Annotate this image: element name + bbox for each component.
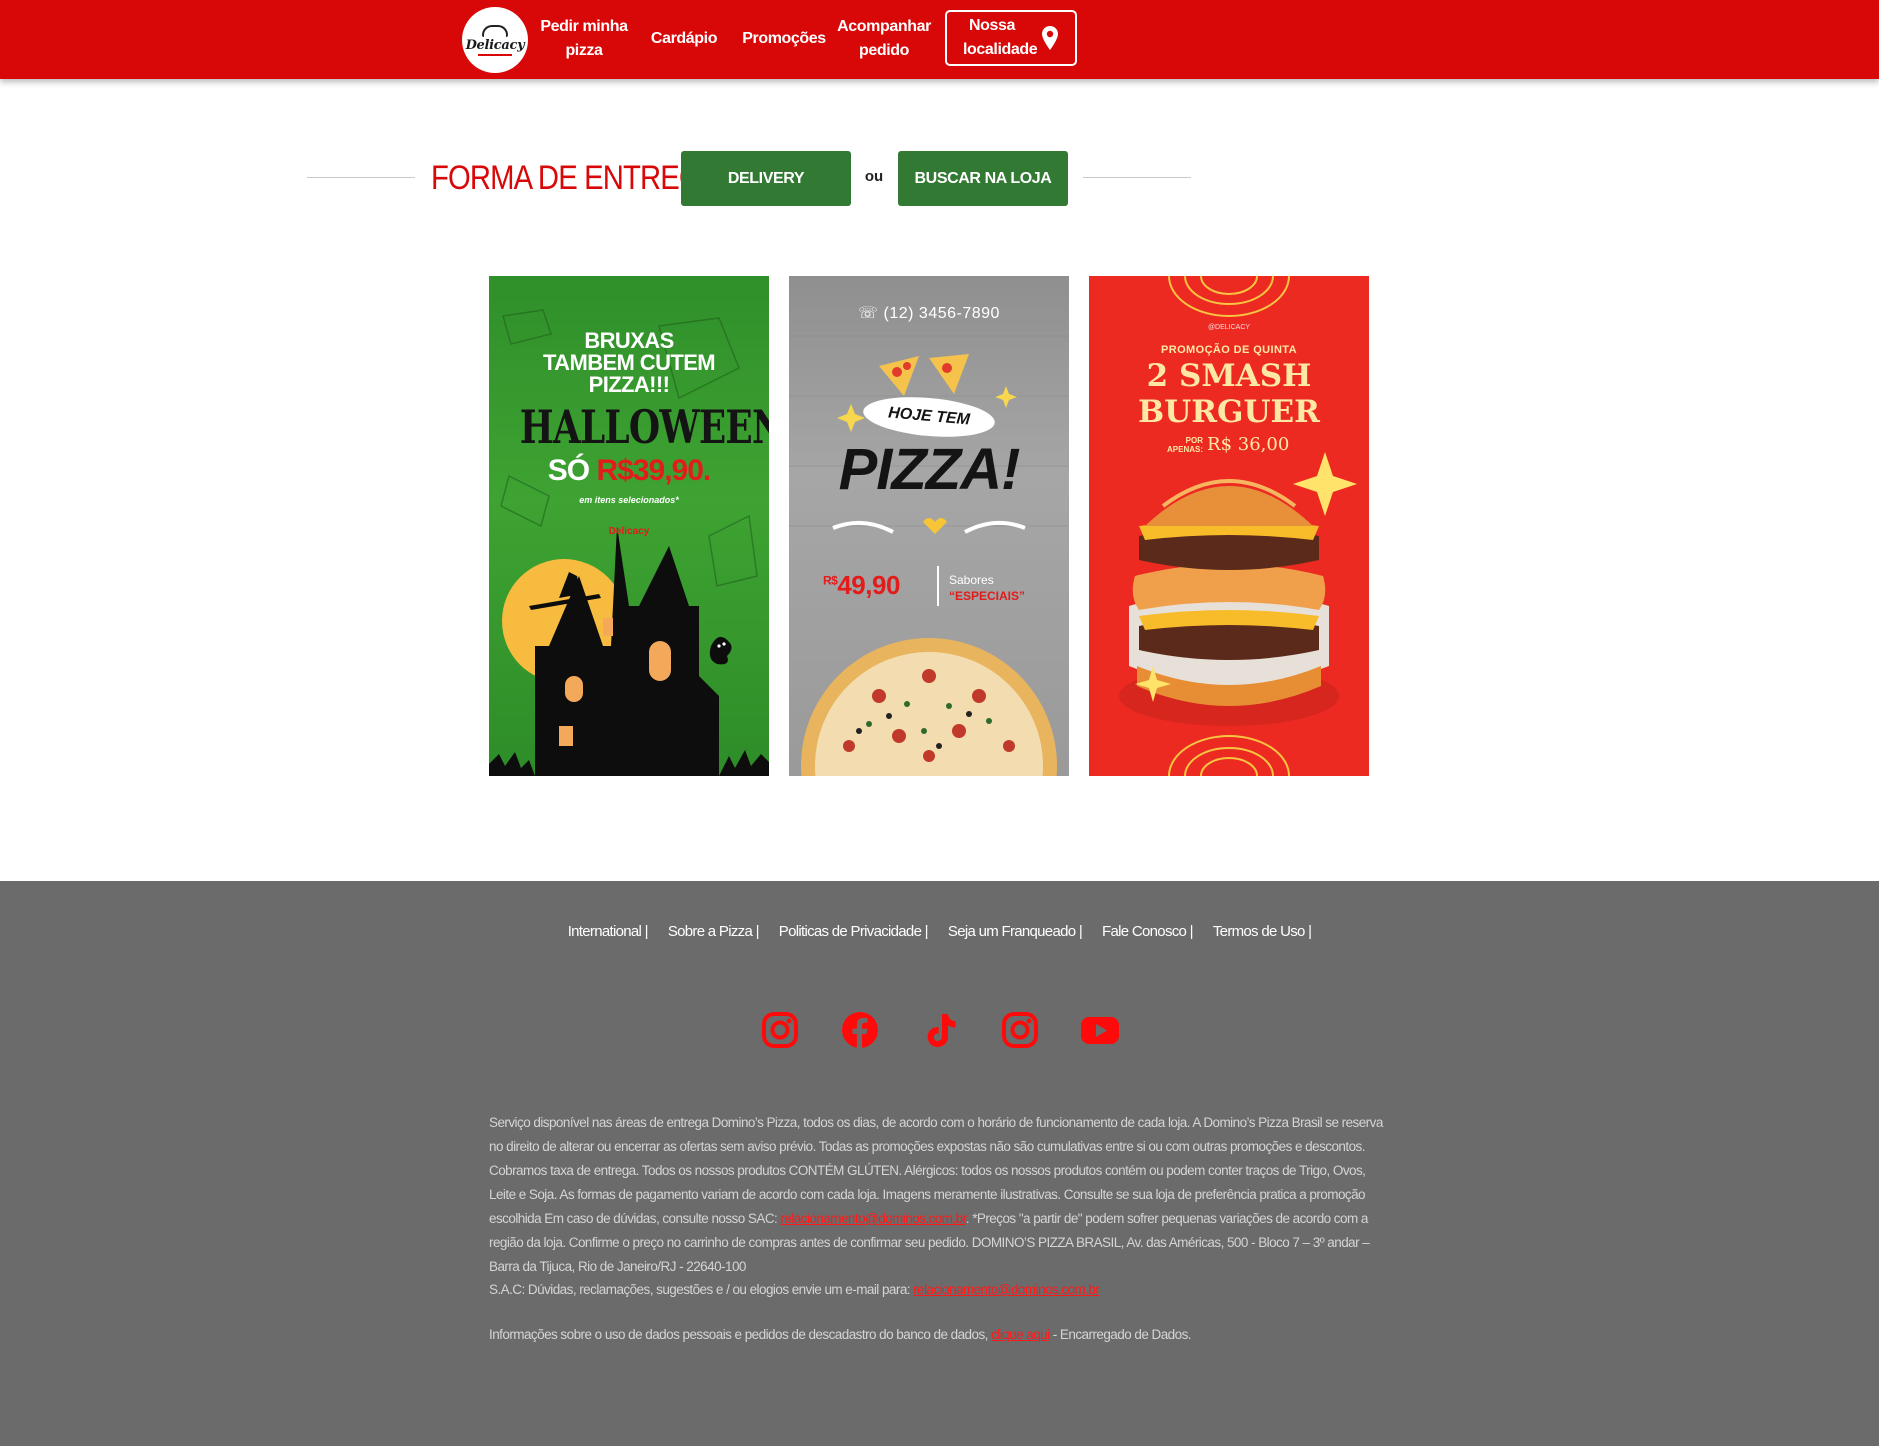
burger-title-line1: 2 SMASH (1146, 358, 1312, 394)
divider-left (307, 177, 415, 178)
social-links (760, 1009, 1120, 1051)
nav-location-line2: localidade (963, 41, 1038, 58)
burger-promo: PROMOÇÃO DE QUINTA (1161, 344, 1297, 356)
legal-text-part1: Serviço disponível nas áreas de entrega … (489, 1115, 1383, 1226)
footer-link-contact[interactable]: Fale Conosco | (1102, 923, 1194, 940)
pizza-currency: R$ (823, 573, 838, 588)
nav-track-order-line1: Acompanhar (837, 18, 931, 35)
burger-price-row: POR APENAS: R$ 36,00 (1167, 434, 1289, 455)
promo-card-halloween[interactable]: BRUXAS TAMBEM CUTEM PIZZA!!! HALLOWEEN S… (489, 276, 769, 776)
site-footer: International | Sobre a Pizza | Politica… (0, 881, 1879, 1446)
footer-links: International | Sobre a Pizza | Politica… (0, 923, 1879, 940)
halloween-line2: TAMBEM CUTEM (542, 350, 716, 375)
phone-icon: ☏ (858, 305, 879, 322)
halloween-line1: BRUXAS (584, 328, 674, 353)
burger-handle: @DELICACY (1207, 324, 1251, 331)
tiktok-icon[interactable] (920, 1010, 960, 1050)
data-privacy-text1: Informações sobre o uso de dados pessoai… (489, 1327, 992, 1342)
delivery-button[interactable]: DELIVERY (681, 151, 851, 206)
footer-link-franchise[interactable]: Seja um Franqueado | (948, 923, 1083, 940)
nav-order-pizza-line1: Pedir minha (540, 18, 628, 35)
pizza-flavors-special: “ESPECIAIS” (949, 589, 1026, 603)
footer-link-international[interactable]: International | (568, 923, 649, 940)
facebook-icon[interactable] (840, 1010, 880, 1050)
instagram-icon[interactable] (1000, 1010, 1040, 1050)
footer-link-terms[interactable]: Termos de Uso | (1213, 923, 1312, 940)
halloween-brand: Delicacy (608, 526, 650, 537)
burger-apenas: APENAS: (1167, 444, 1204, 454)
nav-location-line1: Nossa (968, 17, 1016, 34)
halloween-subtitle: em itens selecionados* (579, 495, 679, 505)
nav-promotions[interactable]: Promoções (742, 14, 826, 64)
legal-disclaimer: Serviço disponível nas áreas de entrega … (489, 1111, 1389, 1279)
halloween-so: SÓ (547, 454, 590, 487)
legal-email-link[interactable]: relacionamento@dominos.com.br (780, 1211, 966, 1226)
divider-right (1083, 177, 1191, 178)
brand-logo-text: Delicacy (465, 37, 525, 53)
sac-email-link[interactable]: relacionamento@dominos.com.br (913, 1282, 1100, 1297)
data-privacy-info: Informações sobre o uso de dados pessoai… (489, 1323, 1389, 1347)
burger-title: 2 SMASH BURGUER (1089, 358, 1369, 430)
brand-logo[interactable]: Delicacy (462, 7, 528, 73)
halloween-headline: HALLOWEEN (519, 400, 769, 454)
pizza-price: R$49,90 (823, 570, 900, 601)
pizza-artwork (789, 335, 1069, 776)
promo-card-burger[interactable]: @DELICACY PROMOÇÃO DE QUINTA 2 SMASH BUR… (1089, 276, 1369, 776)
burger-title-line2: BURGUER (1138, 394, 1320, 430)
footer-link-about-pizza[interactable]: Sobre a Pizza | (668, 923, 760, 940)
promo-card-pizza[interactable]: ☏ (12) 3456-7890 HOJE TEM PIZZA! R$49,90… (789, 276, 1069, 776)
data-privacy-text2: - Encarregado de Dados. (1049, 1327, 1192, 1342)
instagram-icon[interactable] (760, 1010, 800, 1050)
nav-our-location-button[interactable]: Nossa localidade (945, 10, 1077, 66)
pizza-price-divider (937, 566, 939, 606)
nav-order-pizza[interactable]: Pedir minha pizza (538, 14, 630, 64)
nav-order-pizza-line2: pizza (565, 42, 603, 59)
nav-track-order[interactable]: Acompanhar pedido (837, 14, 931, 64)
map-pin-icon (1042, 26, 1058, 50)
pizza-flavors-label: Sabores (949, 573, 994, 587)
nav-track-order-line2: pedido (858, 42, 910, 59)
delivery-method-title: FORMA DE ENTREGA (431, 159, 720, 197)
footer-link-privacy[interactable]: Politicas de Privacidade | (779, 923, 929, 940)
sac-info: S.A.C: Dúvidas, reclamações, sugestões e… (489, 1278, 1389, 1302)
pizza-phone-number: (12) 3456-7890 (883, 305, 1000, 322)
click-here-link[interactable]: clique aqui (991, 1327, 1050, 1342)
burger-price: R$ 36,00 (1207, 434, 1290, 455)
pizza-phone: ☏ (12) 3456-7890 (789, 303, 1069, 323)
logo-underline (478, 53, 512, 56)
halloween-price: R$39,90. (596, 454, 711, 487)
halloween-line3: PIZZA!!! (588, 372, 670, 397)
halloween-price-row: SÓ R$39,90. (489, 454, 769, 488)
chef-hat-icon (482, 24, 508, 37)
pizza-price-value: 49,90 (837, 570, 900, 600)
top-navbar: Delicacy Pedir minha pizza Cardápio Prom… (0, 0, 1879, 79)
burger-por: POR (1185, 435, 1204, 445)
sac-text: S.A.C: Dúvidas, reclamações, sugestões e… (489, 1282, 914, 1297)
youtube-icon[interactable] (1080, 1010, 1120, 1050)
pizza-flavors: Sabores “ESPECIAIS” (949, 572, 1025, 604)
pizza-headline: PIZZA! (838, 437, 1021, 502)
nav-menu[interactable]: Cardápio (648, 14, 720, 64)
or-label: ou (864, 168, 884, 185)
pickup-in-store-button[interactable]: BUSCAR NA LOJA (898, 151, 1068, 206)
